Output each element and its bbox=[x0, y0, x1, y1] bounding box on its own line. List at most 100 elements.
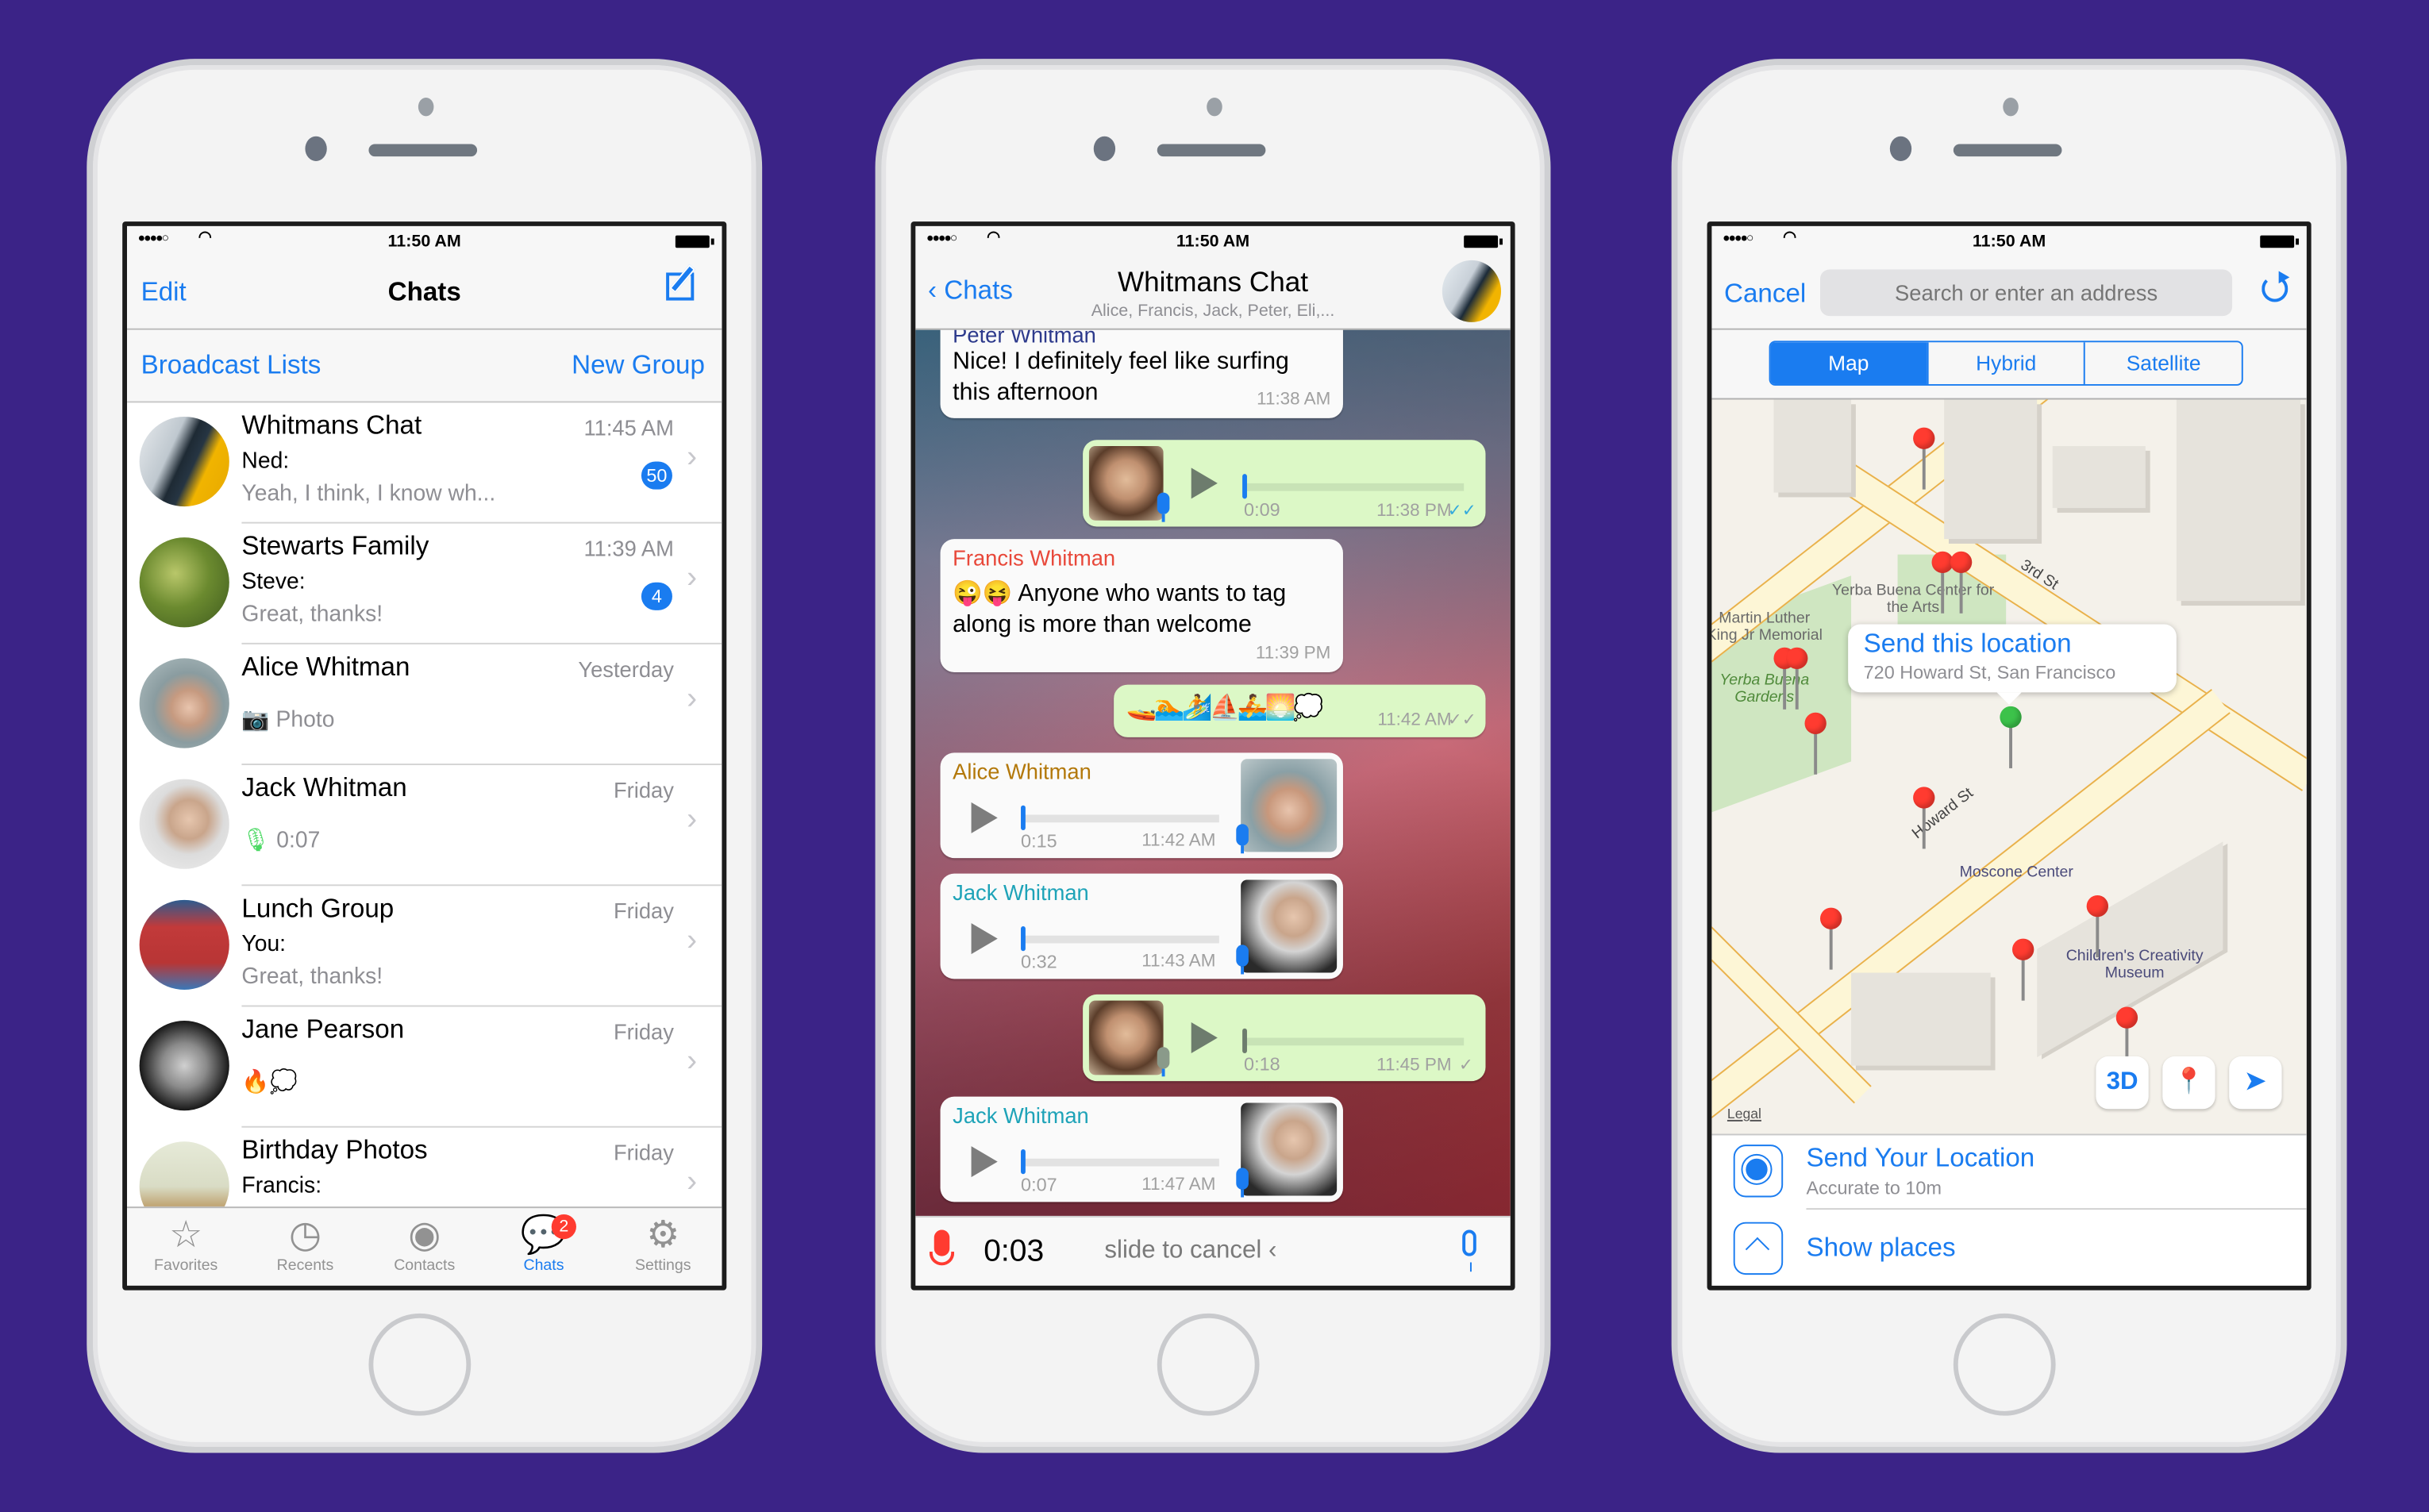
3d-button[interactable]: 3D bbox=[2096, 1056, 2149, 1110]
home-button[interactable] bbox=[1157, 1313, 1260, 1416]
segment-map[interactable]: Map bbox=[1770, 342, 1927, 384]
selected-location-pin[interactable] bbox=[2000, 706, 2022, 768]
message-bubble[interactable]: 🚤🏊🏄⛵🚣🌅💭 11:42 AM ✓✓ bbox=[1114, 684, 1486, 737]
audio-progress[interactable] bbox=[1244, 1037, 1465, 1046]
audio-progress[interactable] bbox=[1244, 483, 1465, 491]
message-bubble[interactable]: Peter Whitman Nice! I definitely feel li… bbox=[940, 328, 1343, 418]
avatar bbox=[139, 1021, 229, 1111]
audio-scrubber[interactable] bbox=[1021, 925, 1026, 952]
map-pin[interactable] bbox=[2086, 895, 2108, 958]
voice-message-bubble[interactable]: 0:18 11:45 PM ✓ bbox=[1083, 994, 1486, 1082]
new-group-link[interactable]: New Group bbox=[572, 350, 705, 381]
conversation-title[interactable]: Whitmans Chat bbox=[915, 267, 1510, 299]
voice-duration: 0:32 bbox=[1021, 951, 1057, 973]
chat-row-lunch[interactable]: Lunch Group Friday You: Great, thanks! › bbox=[127, 886, 722, 1007]
play-button[interactable] bbox=[1191, 1021, 1218, 1054]
chat-row-jane[interactable]: Jane Pearson Friday 🔥💭 › bbox=[127, 1006, 722, 1128]
tab-label: Settings bbox=[634, 1257, 691, 1275]
play-button[interactable] bbox=[971, 1146, 998, 1178]
building bbox=[1851, 972, 1991, 1066]
audio-scrubber[interactable] bbox=[1242, 474, 1247, 499]
audio-scrubber[interactable] bbox=[1242, 1028, 1247, 1054]
front-camera bbox=[1093, 136, 1116, 161]
chat-sender: Steve: bbox=[241, 570, 306, 595]
map-pin[interactable] bbox=[1773, 647, 1796, 710]
chat-preview: 📷 Photo bbox=[241, 706, 334, 733]
segment-hybrid[interactable]: Hybrid bbox=[1927, 342, 2084, 384]
compose-icon[interactable] bbox=[666, 272, 695, 301]
message-bubble[interactable]: Francis Whitman 😜😝 Anyone who wants to t… bbox=[940, 539, 1343, 672]
audio-progress[interactable] bbox=[1021, 1158, 1219, 1167]
chevron-up-icon bbox=[1733, 1222, 1784, 1275]
message-time: 11:42 AM bbox=[1377, 710, 1452, 730]
tab-chats[interactable]: 💬 2 Chats bbox=[485, 1214, 602, 1275]
tab-label: Chats bbox=[523, 1257, 564, 1275]
chat-time: Friday bbox=[613, 1140, 674, 1165]
address-search-input[interactable] bbox=[1820, 269, 2233, 317]
chat-name: Jane Pearson bbox=[241, 1014, 405, 1045]
status-bar: ●●●●○ ◠ 11:50 AM bbox=[915, 226, 1510, 257]
home-button[interactable] bbox=[1953, 1313, 2056, 1416]
voice-message-bubble[interactable]: Jack Whitman 0:07 11:47 AM bbox=[940, 1096, 1343, 1202]
sender-photo bbox=[1241, 1102, 1338, 1196]
map-pin[interactable] bbox=[1804, 712, 1827, 775]
tab-recents[interactable]: ◷ Recents bbox=[246, 1214, 364, 1275]
audio-progress[interactable] bbox=[1021, 814, 1219, 823]
legal-link[interactable]: Legal bbox=[1727, 1106, 1761, 1121]
audio-scrubber[interactable] bbox=[1021, 1149, 1026, 1175]
show-places-row[interactable]: Show places bbox=[1711, 1213, 2306, 1286]
send-location-callout[interactable]: Send this location 720 Howard St, San Fr… bbox=[1848, 624, 2177, 705]
cancel-button[interactable]: Cancel bbox=[1724, 279, 1806, 310]
current-location-button[interactable]: ➤ bbox=[2229, 1056, 2282, 1110]
preview-text: Photo bbox=[275, 707, 335, 733]
current-location-icon bbox=[1733, 1145, 1784, 1198]
chat-row-alice[interactable]: Alice Whitman Yesterday 📷 Photo › bbox=[127, 644, 722, 766]
slide-to-cancel[interactable]: slide to cancel ‹ bbox=[1104, 1237, 1276, 1265]
map-pin[interactable] bbox=[2011, 938, 2034, 1001]
audio-progress[interactable] bbox=[1021, 935, 1219, 944]
building bbox=[1944, 399, 2038, 540]
proximity-sensor bbox=[2003, 97, 2019, 117]
message-time: 11:38 AM bbox=[1257, 390, 1331, 410]
refresh-icon[interactable] bbox=[2262, 271, 2290, 302]
segment-satellite[interactable]: Satellite bbox=[2084, 342, 2241, 384]
audio-scrubber[interactable] bbox=[1021, 805, 1026, 831]
chat-row-whitmans[interactable]: Whitmans Chat 11:45 AM Ned: Yeah, I thin… bbox=[127, 402, 722, 524]
map-pin[interactable] bbox=[1931, 551, 1954, 614]
chat-row-jack[interactable]: Jack Whitman Friday 🎙 0:07 › bbox=[127, 765, 722, 887]
sent-receipt-icon: ✓ bbox=[1458, 1056, 1473, 1075]
earpiece-speaker bbox=[1953, 144, 2062, 157]
avatar bbox=[139, 1141, 229, 1209]
chevron-right-icon: › bbox=[687, 1164, 698, 1199]
map-pin[interactable] bbox=[1786, 647, 1808, 710]
drop-pin-button[interactable]: 📍 bbox=[2162, 1056, 2215, 1110]
chat-row-stewarts[interactable]: Stewarts Family 11:39 AM Steve: Great, t… bbox=[127, 524, 722, 644]
callout-title: Send this location bbox=[1863, 629, 2072, 659]
chat-time: 11:39 AM bbox=[583, 536, 674, 561]
voice-duration: 0:18 bbox=[1244, 1053, 1280, 1075]
message-text: 😜😝 Anyone who wants to tag along is more… bbox=[953, 580, 1287, 639]
play-button[interactable] bbox=[971, 923, 998, 955]
microphone-button[interactable] bbox=[1462, 1229, 1476, 1272]
send-location-title: Send Your Location bbox=[1806, 1143, 2035, 1173]
map-pin[interactable] bbox=[1913, 787, 1935, 849]
map-pin[interactable] bbox=[1820, 907, 1842, 970]
send-your-location-row[interactable]: Send Your Location Accurate to 10m bbox=[1711, 1135, 2307, 1210]
home-button[interactable] bbox=[368, 1313, 472, 1416]
message-sender: Jack Whitman bbox=[953, 879, 1089, 905]
map-pin[interactable] bbox=[1950, 551, 1973, 614]
tab-settings[interactable]: ⚙ Settings bbox=[604, 1214, 722, 1275]
map-pin[interactable] bbox=[1913, 427, 1935, 490]
broadcast-lists-link[interactable]: Broadcast Lists bbox=[141, 350, 321, 381]
voice-message-bubble[interactable]: Alice Whitman 0:15 11:42 AM bbox=[940, 752, 1343, 859]
tab-favorites[interactable]: ☆ Favorites bbox=[127, 1214, 244, 1275]
voice-message-bubble[interactable]: 0:09 11:38 PM ✓✓ bbox=[1083, 440, 1486, 527]
play-button[interactable] bbox=[1191, 467, 1218, 499]
play-button[interactable] bbox=[971, 802, 998, 833]
tab-contacts[interactable]: ◉ Contacts bbox=[366, 1214, 483, 1275]
group-avatar[interactable] bbox=[1442, 260, 1502, 322]
map-view[interactable]: Yerba Buena Center for the Arts Martin L… bbox=[1711, 399, 2307, 1134]
voice-message-bubble[interactable]: Jack Whitman 0:32 11:43 AM bbox=[940, 873, 1343, 979]
chevron-right-icon: › bbox=[687, 440, 698, 475]
chat-row-birthday[interactable]: Birthday Photos Friday Francis: › bbox=[127, 1128, 722, 1209]
